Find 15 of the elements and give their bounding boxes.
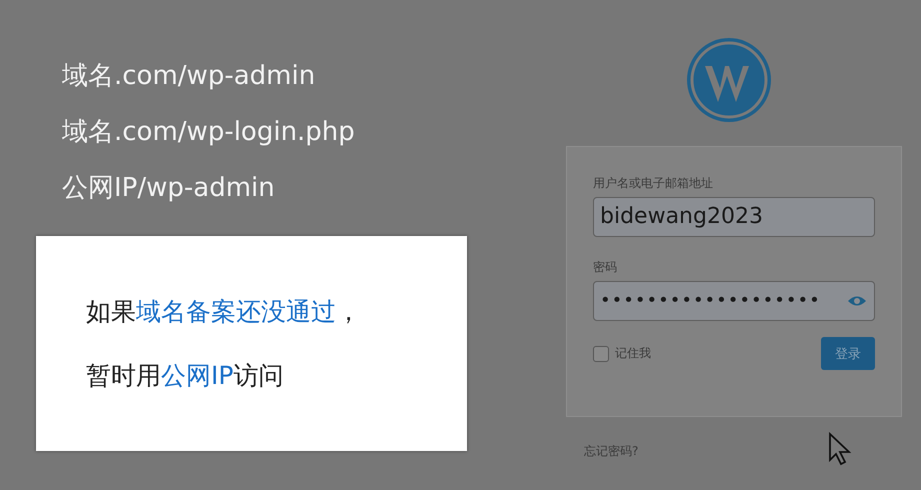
note-text: 暂时用公网IP访问 xyxy=(86,360,284,392)
cursor-icon xyxy=(828,432,852,466)
username-label: 用户名或电子邮箱地址 xyxy=(593,175,714,192)
url-text: 域名.com/wp-admin xyxy=(62,60,316,93)
remember-checkbox[interactable] xyxy=(593,346,609,362)
url-text: 公网IP/wp-admin xyxy=(62,172,276,205)
password-field[interactable]: ••••••••••••••••••• xyxy=(593,281,875,321)
password-label: 密码 xyxy=(593,259,618,276)
url-text: 域名.com/wp-login.php xyxy=(62,116,356,149)
login-button[interactable]: 登录 xyxy=(821,337,875,370)
note-text: 如果域名备案还没通过， xyxy=(86,296,362,328)
remember-label: 记住我 xyxy=(615,345,651,362)
username-field[interactable]: bidewang2023 xyxy=(593,197,875,237)
eye-icon[interactable] xyxy=(847,295,867,307)
wordpress-logo-icon xyxy=(685,36,773,124)
